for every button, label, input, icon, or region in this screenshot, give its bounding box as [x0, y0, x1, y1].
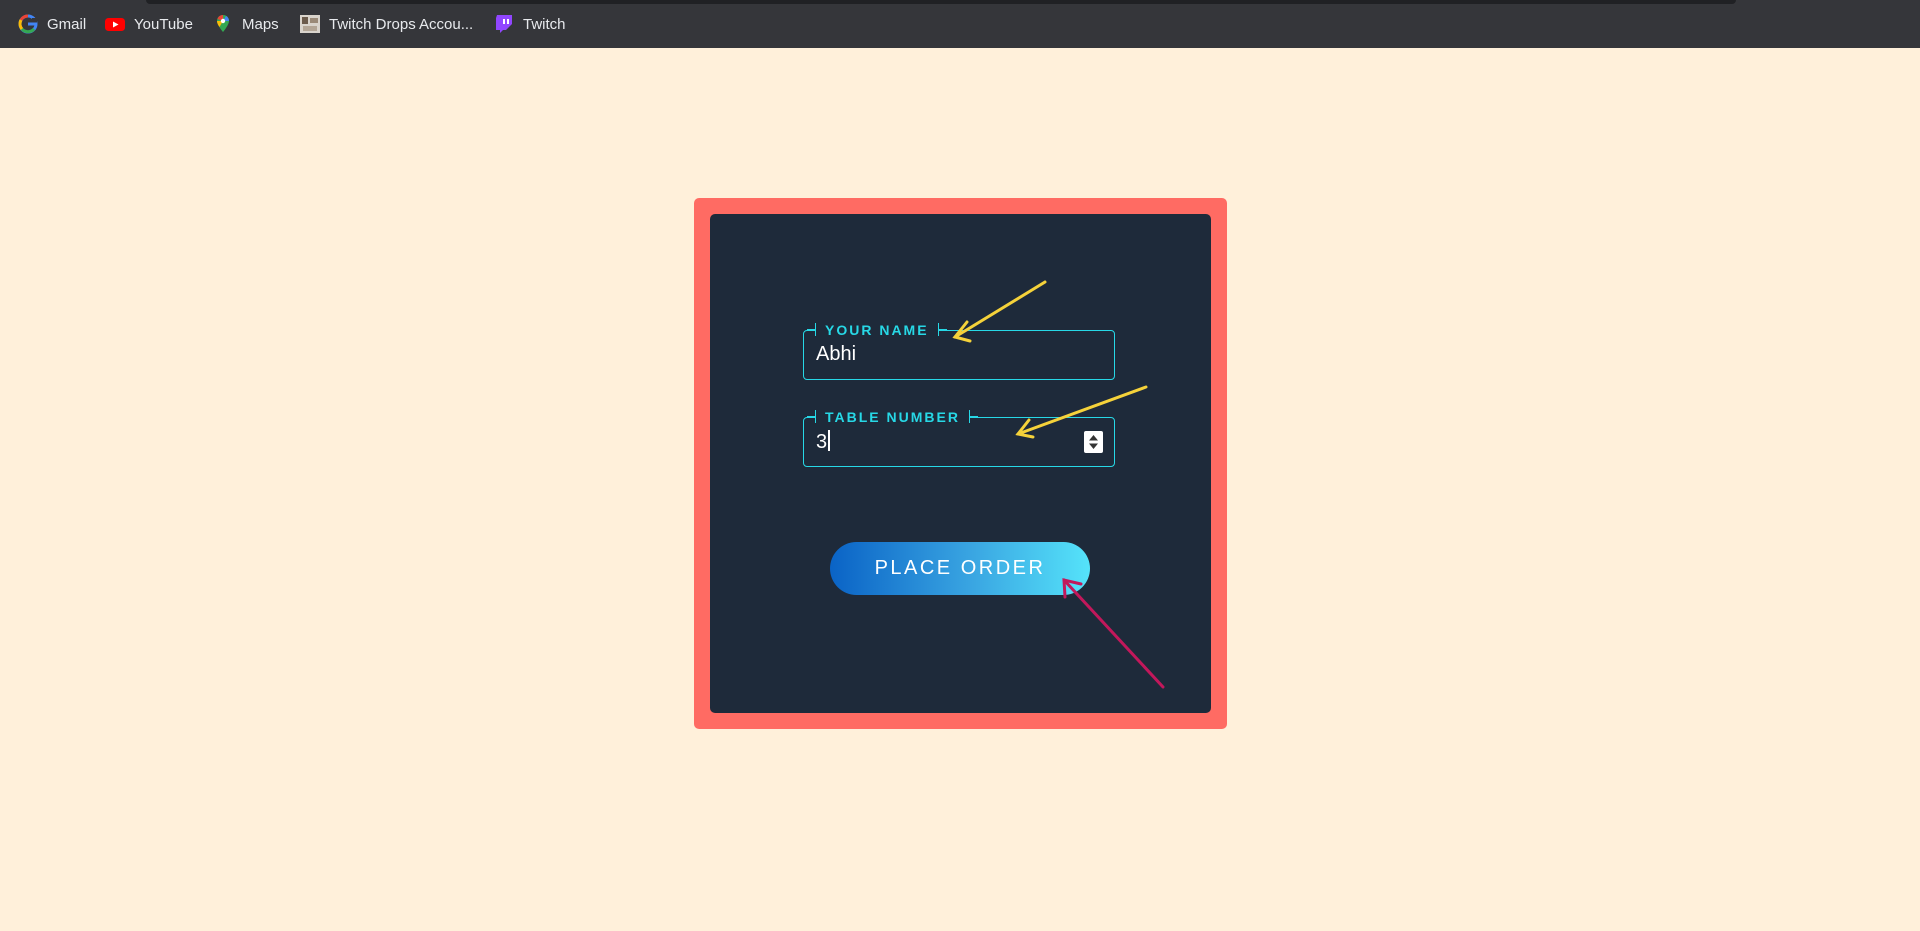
- bookmark-twitch[interactable]: Twitch: [494, 14, 566, 34]
- bookmarks-bar: Gmail YouTube Maps Twitch Drops Accou...…: [0, 0, 1920, 48]
- table-number-field[interactable]: TABLE NUMBER 3: [803, 409, 1115, 467]
- order-card-frame: YOUR NAME Abhi TABLE NUMBER 3 PLACE ORDE…: [694, 198, 1227, 729]
- name-field[interactable]: YOUR NAME Abhi: [803, 322, 1115, 380]
- maps-icon: [213, 14, 233, 34]
- tab-strip-edge: [146, 0, 1736, 4]
- bookmark-maps[interactable]: Maps: [213, 14, 279, 34]
- twitch-drops-thumbnail-icon: [300, 14, 320, 34]
- bookmark-label-youtube: YouTube: [134, 15, 193, 33]
- name-input-value[interactable]: Abhi: [816, 343, 856, 366]
- twitch-icon: [494, 14, 514, 34]
- bookmark-label-maps: Maps: [242, 15, 279, 33]
- text-caret: [828, 430, 831, 451]
- table-number-input-value[interactable]: 3: [816, 430, 831, 454]
- google-icon: [18, 14, 38, 34]
- number-spinner-icon[interactable]: [1084, 431, 1103, 453]
- table-number-field-label: TABLE NUMBER: [807, 409, 978, 425]
- order-card: YOUR NAME Abhi TABLE NUMBER 3 PLACE ORDE…: [710, 214, 1211, 713]
- bookmark-youtube[interactable]: YouTube: [105, 14, 193, 34]
- youtube-icon: [105, 14, 125, 34]
- bookmark-label-twitch-drops: Twitch Drops Accou...: [329, 15, 474, 33]
- bookmark-label-twitch: Twitch: [523, 15, 566, 33]
- name-field-label: YOUR NAME: [807, 322, 947, 338]
- bookmark-gmail[interactable]: Gmail: [18, 14, 86, 34]
- bookmark-label-gmail: Gmail: [47, 15, 87, 33]
- place-order-button[interactable]: PLACE ORDER: [830, 542, 1090, 595]
- bookmark-twitch-drops[interactable]: Twitch Drops Accou...: [300, 14, 473, 34]
